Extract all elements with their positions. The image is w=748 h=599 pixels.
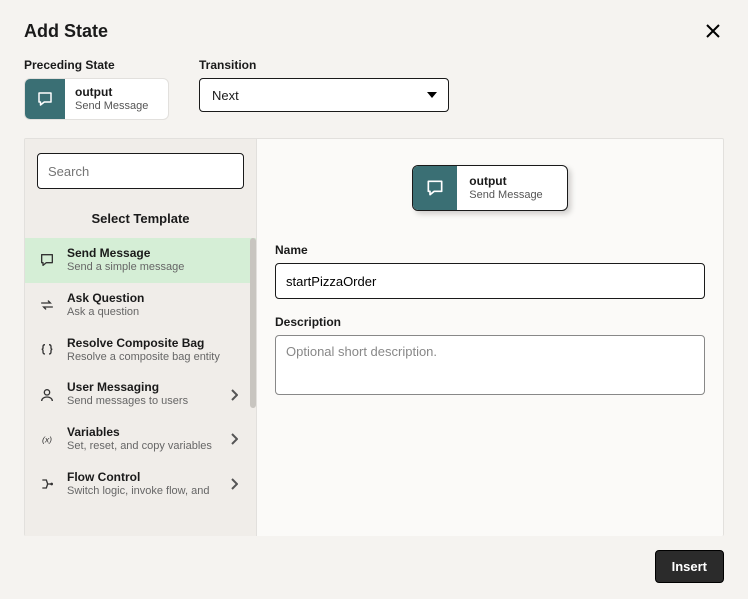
braces-icon <box>37 340 57 360</box>
var-icon: (x) <box>37 429 57 449</box>
transition-value: Next <box>212 88 239 103</box>
template-texts: VariablesSet, reset, and copy variables <box>67 425 220 454</box>
template-item-3[interactable]: User MessagingSend messages to users <box>25 372 256 417</box>
template-subtitle: Ask a question <box>67 306 244 320</box>
swap-icon <box>37 295 57 315</box>
template-item-1[interactable]: Ask QuestionAsk a question <box>25 283 256 328</box>
template-subtitle: Send a simple message <box>67 261 244 275</box>
chat-icon <box>25 79 65 119</box>
template-texts: User MessagingSend messages to users <box>67 380 220 409</box>
chip-subtitle: Send Message <box>75 100 148 113</box>
template-list[interactable]: Send MessageSend a simple message Ask Que… <box>25 238 256 536</box>
sidebar-heading: Select Template <box>25 197 256 238</box>
template-texts: Resolve Composite BagResolve a composite… <box>67 336 244 365</box>
chevron-right-icon <box>230 433 244 445</box>
search-wrap <box>25 139 256 197</box>
template-title: Send Message <box>67 246 244 261</box>
dialog-footer: Insert <box>24 536 724 583</box>
preceding-state-chip[interactable]: output Send Message <box>24 78 169 120</box>
template-texts: Ask QuestionAsk a question <box>67 291 244 320</box>
scrollbar-thumb[interactable] <box>250 238 256 408</box>
svg-text:(x): (x) <box>42 435 52 445</box>
template-texts: Flow ControlSwitch logic, invoke flow, a… <box>67 470 220 499</box>
dialog-title: Add State <box>24 21 108 42</box>
transition-select[interactable]: Next <box>199 78 449 112</box>
name-label: Name <box>275 243 705 257</box>
chip-text: output Send Message <box>65 81 160 117</box>
chevron-right-icon <box>230 389 244 401</box>
template-texts: Send MessageSend a simple message <box>67 246 244 275</box>
name-field: Name <box>275 243 705 299</box>
flow-icon <box>37 474 57 494</box>
close-button[interactable] <box>702 20 724 42</box>
dialog-header: Add State <box>24 20 724 42</box>
template-title: User Messaging <box>67 380 220 395</box>
name-input[interactable] <box>275 263 705 299</box>
close-icon <box>706 24 720 38</box>
preceding-state-field: Preceding State output Send Message <box>24 58 169 120</box>
transition-select-wrap: Next <box>199 78 449 112</box>
add-state-dialog: Add State Preceding State output Send Me… <box>0 0 748 599</box>
chip-title: output <box>469 174 542 188</box>
preceding-state-label: Preceding State <box>24 58 169 72</box>
insert-button[interactable]: Insert <box>655 550 724 583</box>
transition-label: Transition <box>199 58 449 72</box>
chat-icon <box>413 166 457 210</box>
template-subtitle: Set, reset, and copy variables <box>67 440 220 454</box>
template-item-0[interactable]: Send MessageSend a simple message <box>25 238 256 283</box>
description-input[interactable] <box>275 335 705 395</box>
template-title: Flow Control <box>67 470 220 485</box>
detail-pane: output Send Message Name Description <box>257 139 723 536</box>
description-label: Description <box>275 315 705 329</box>
body-panel: Select Template Send MessageSend a simpl… <box>24 138 724 536</box>
preview-chip-wrap: output Send Message <box>275 165 705 211</box>
chevron-right-icon <box>230 478 244 490</box>
chip-text: output Send Message <box>457 169 566 207</box>
template-title: Variables <box>67 425 220 440</box>
template-title: Resolve Composite Bag <box>67 336 244 351</box>
chat-icon <box>37 250 57 270</box>
description-field: Description <box>275 315 705 400</box>
template-item-4[interactable]: (x) VariablesSet, reset, and copy variabl… <box>25 417 256 462</box>
top-row: Preceding State output Send Message Tran… <box>24 58 724 120</box>
transition-field: Transition Next <box>199 58 449 120</box>
template-item-2[interactable]: Resolve Composite BagResolve a composite… <box>25 328 256 373</box>
template-subtitle: Switch logic, invoke flow, and <box>67 485 220 499</box>
template-title: Ask Question <box>67 291 244 306</box>
chip-subtitle: Send Message <box>469 189 542 202</box>
preview-chip: output Send Message <box>412 165 567 211</box>
user-icon <box>37 385 57 405</box>
template-item-5[interactable]: Flow ControlSwitch logic, invoke flow, a… <box>25 462 256 507</box>
template-subtitle: Send messages to users <box>67 395 220 409</box>
search-input[interactable] <box>37 153 244 189</box>
chip-title: output <box>75 85 148 99</box>
template-subtitle: Resolve a composite bag entity <box>67 351 244 365</box>
template-sidebar: Select Template Send MessageSend a simpl… <box>25 139 257 536</box>
